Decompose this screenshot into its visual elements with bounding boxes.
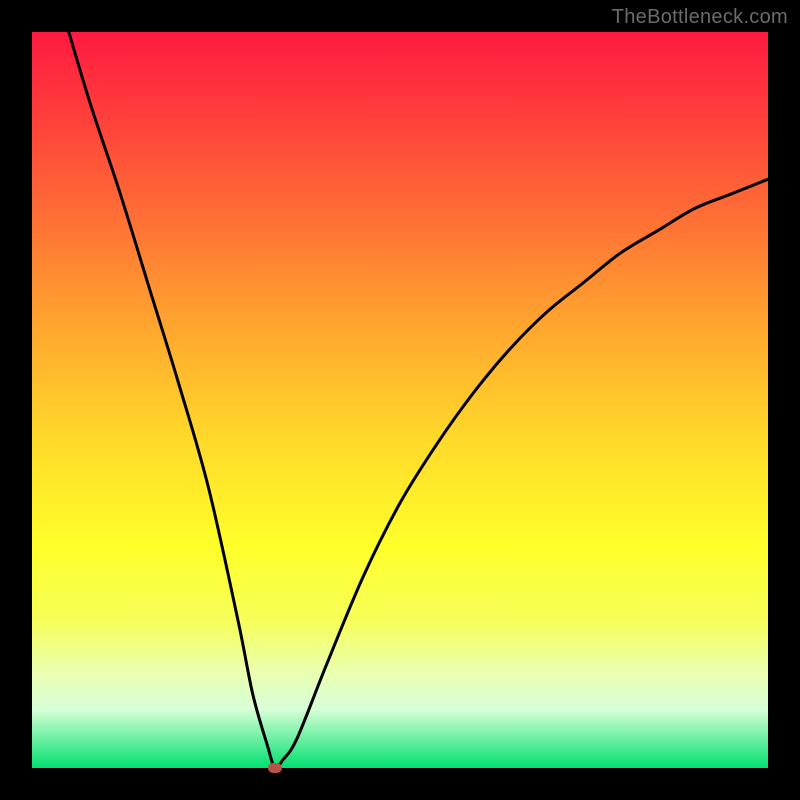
- bottleneck-curve: [32, 32, 768, 768]
- chart-frame: TheBottleneck.com: [0, 0, 800, 800]
- watermark-text: TheBottleneck.com: [612, 6, 788, 29]
- chart-plot-area: [32, 32, 768, 768]
- optimal-point-marker: [268, 763, 282, 773]
